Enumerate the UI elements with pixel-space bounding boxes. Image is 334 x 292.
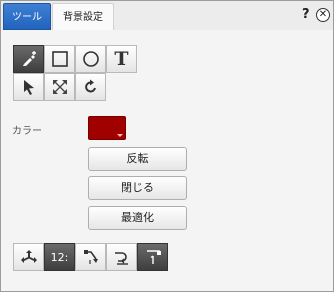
resize-icon	[52, 80, 67, 94]
help-icon[interactable]: ?	[302, 7, 314, 23]
resize-button[interactable]	[44, 73, 75, 101]
tab-tools[interactable]: ツール	[3, 3, 51, 30]
close-shape-button[interactable]: 閉じる	[88, 176, 187, 200]
pen-plus-icon	[22, 51, 36, 66]
flag-number-icon	[146, 250, 161, 264]
tools-content: T カラー 反転 閉じる 最適化 12:	[1, 30, 333, 291]
select-arrow-icon	[23, 80, 34, 95]
select-button[interactable]	[13, 73, 44, 101]
text-button[interactable]: T	[106, 45, 137, 73]
numbering-icon: 12:	[50, 250, 69, 264]
text-icon: T	[114, 48, 129, 70]
numbering-button[interactable]: 12:	[44, 243, 75, 271]
pen-plus-button[interactable]	[13, 45, 44, 73]
circle-icon	[82, 51, 99, 67]
step-down-icon	[83, 250, 98, 264]
flip-button[interactable]: 反転	[88, 147, 187, 171]
swatch-dropdown-icon	[117, 134, 123, 137]
move-split-button[interactable]	[13, 243, 44, 271]
tab-bar: ツール 背景設定 ? ✕	[1, 1, 333, 30]
tool-panel: ツール 背景設定 ? ✕ T カラー 反転 閉じる 最適化 12:	[0, 0, 334, 292]
rectangle-button[interactable]	[44, 45, 75, 73]
close-icon[interactable]: ✕	[316, 8, 330, 22]
curve-arrow-button[interactable]	[106, 243, 137, 271]
color-label: カラー	[12, 126, 42, 137]
move-split-icon	[20, 250, 37, 263]
step-down-button[interactable]	[75, 243, 106, 271]
optimize-button[interactable]: 最適化	[88, 206, 187, 230]
curve-arrow-icon	[114, 252, 128, 265]
flag-number-button[interactable]	[137, 243, 168, 271]
rectangle-icon	[51, 51, 68, 67]
rotate-button[interactable]	[75, 73, 106, 101]
color-swatch[interactable]	[88, 116, 126, 140]
circle-button[interactable]	[75, 45, 106, 73]
rotate-icon	[84, 79, 96, 93]
tab-background-settings[interactable]: 背景設定	[52, 3, 114, 30]
